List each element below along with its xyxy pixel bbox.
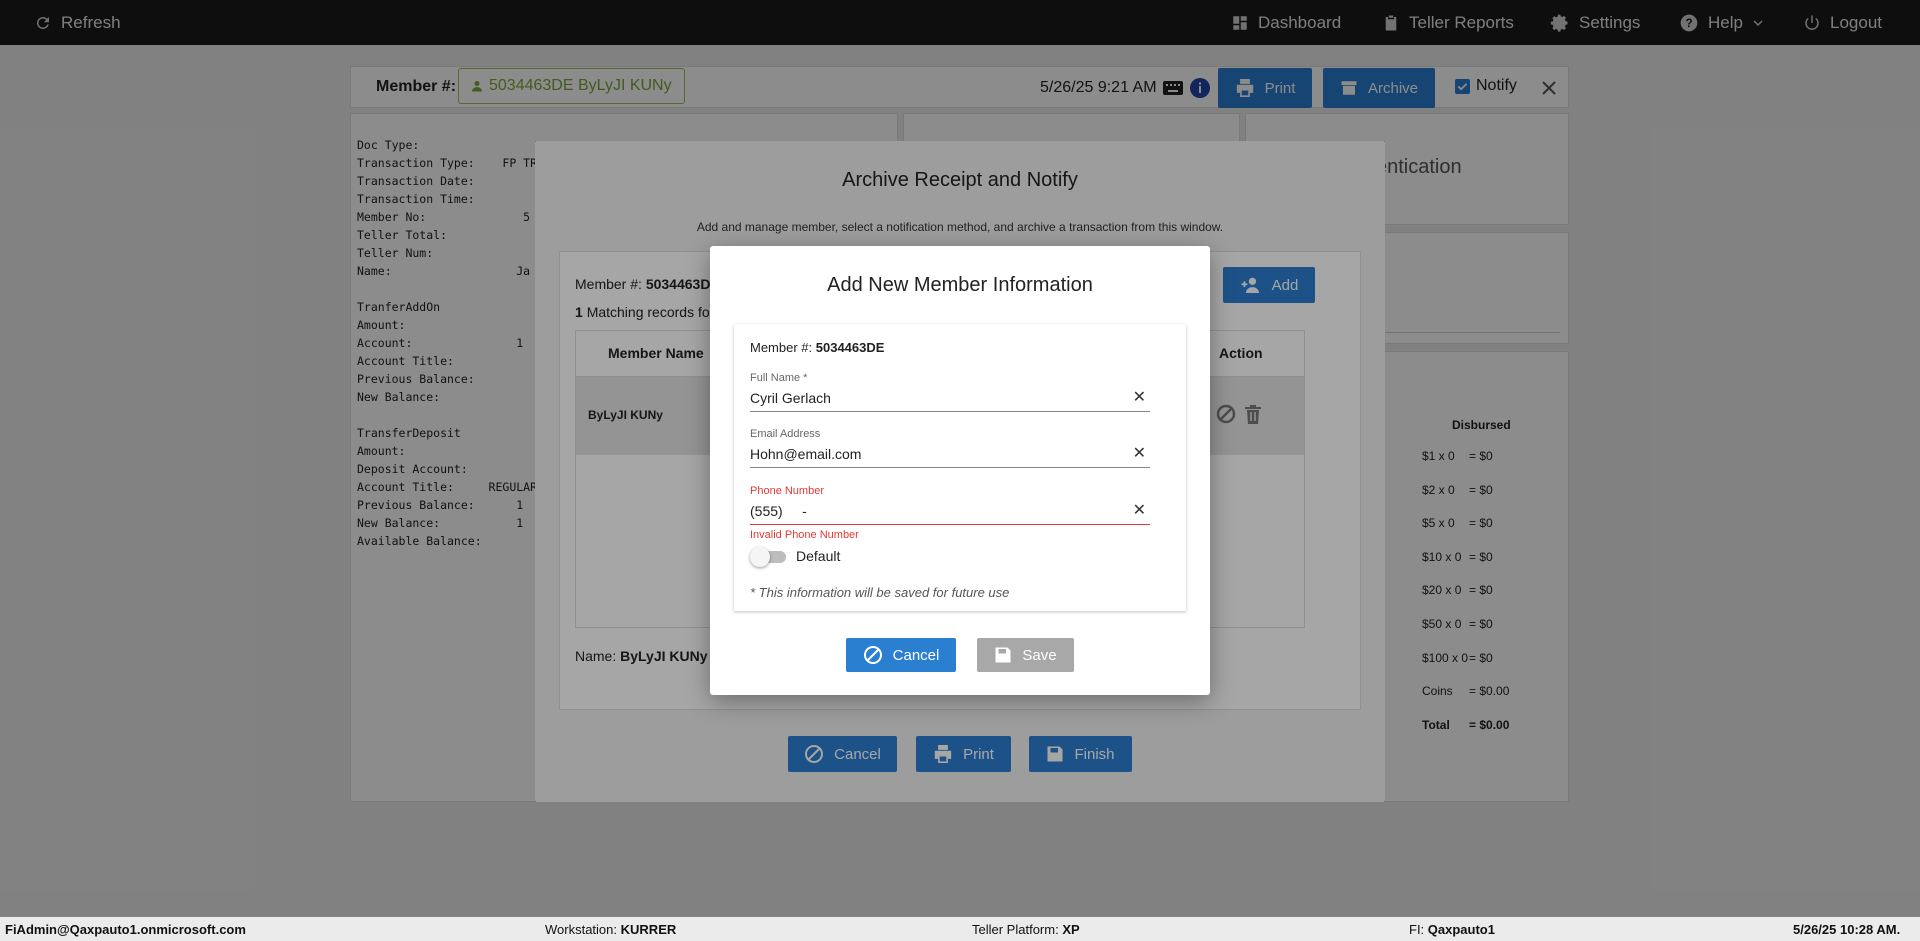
full-name-label: Full Name * (750, 372, 808, 384)
phone-field[interactable]: Phone Number (555) - ✕ Invalid Phone Num… (750, 485, 1150, 543)
email-input[interactable]: Hohn@email.com (750, 446, 861, 462)
modal-member-value: 5034463DE (815, 340, 885, 355)
add-member-modal: Add New Member Information Member #: 503… (710, 246, 1210, 695)
member-form: Member #: 5034463DE Full Name * Cyril Ge… (734, 324, 1186, 611)
email-field[interactable]: Email Address Hohn@email.com ✕ (750, 428, 1150, 470)
email-label: Email Address (750, 428, 821, 440)
status-bar: FiAdmin@Qaxpauto1.onmicrosoft.com Workst… (0, 917, 1920, 941)
phone-label: Phone Number (750, 485, 824, 497)
status-fi: FI: Qaxpauto1 (1409, 922, 1495, 937)
clear-full-name-icon[interactable]: ✕ (1133, 390, 1146, 406)
phone-error: Invalid Phone Number (750, 529, 859, 541)
full-name-input[interactable]: Cyril Gerlach (750, 390, 831, 406)
email-underline (750, 467, 1150, 468)
default-label: Default (796, 548, 841, 564)
status-fi-value: Qaxpauto1 (1427, 922, 1495, 937)
modal-cancel-label: Cancel (892, 646, 940, 664)
modal-cancel-button[interactable]: Cancel (846, 638, 956, 672)
modal-member-label: Member #: (750, 340, 813, 355)
status-platform-label: Teller Platform: (972, 922, 1059, 937)
modal-save-button[interactable]: Save (977, 638, 1074, 672)
phone-input[interactable]: (555) - (750, 503, 807, 519)
modal-title: Add New Member Information (827, 274, 1093, 296)
save-icon (995, 647, 1011, 663)
status-platform: Teller Platform: XP (972, 922, 1080, 937)
modal-save-label: Save (1022, 646, 1057, 664)
phone-underline (750, 524, 1150, 525)
full-name-underline (750, 411, 1150, 412)
status-workstation: Workstation: KURRER (545, 922, 676, 937)
ban-icon (863, 646, 882, 664)
status-user: FiAdmin@Qaxpauto1.onmicrosoft.com (5, 922, 246, 937)
clear-phone-icon[interactable]: ✕ (1133, 503, 1146, 519)
status-datetime: 5/26/25 10:28 AM. (1793, 922, 1901, 937)
clear-email-icon[interactable]: ✕ (1133, 446, 1146, 462)
status-platform-value: XP (1062, 922, 1080, 937)
full-name-field[interactable]: Full Name * Cyril Gerlach ✕ (750, 372, 1150, 414)
toggle-switch[interactable] (750, 546, 786, 567)
status-fi-label: FI: (1409, 922, 1425, 937)
default-toggle[interactable]: Default (750, 546, 841, 567)
save-note: * This information will be saved for fut… (750, 585, 1010, 600)
modal-member-number: Member #: 5034463DE (750, 340, 884, 355)
status-workstation-value: KURRER (620, 922, 677, 937)
status-workstation-label: Workstation: (545, 922, 618, 937)
